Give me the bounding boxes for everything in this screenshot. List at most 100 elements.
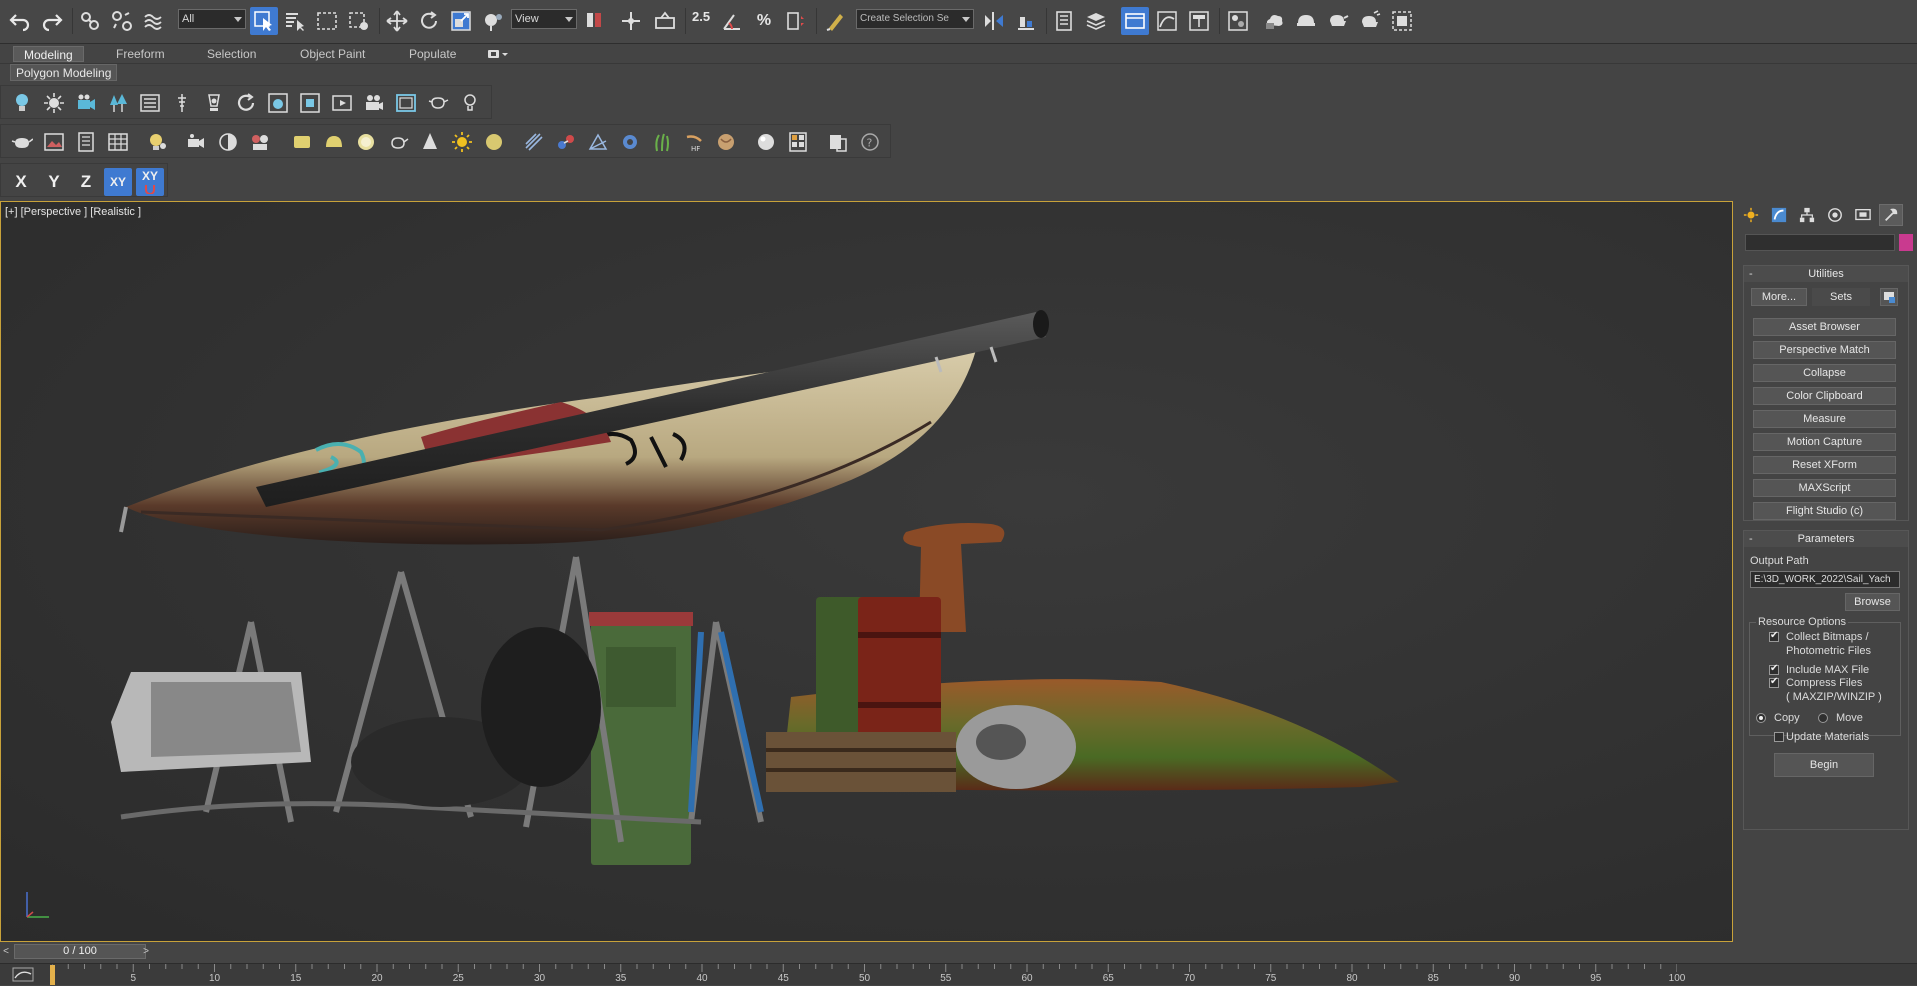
percent-snap-icon[interactable]: %	[750, 7, 778, 35]
more-button[interactable]: More...	[1751, 288, 1807, 306]
output-path-field[interactable]: E:\3D_WORK_2022\Sail_Yach	[1750, 571, 1900, 588]
motion-capture-button[interactable]: Motion Capture	[1753, 433, 1896, 451]
tab-modeling[interactable]: Modeling	[13, 46, 84, 62]
render-production-icon[interactable]	[1324, 7, 1352, 35]
light-bulb-outline-icon[interactable]	[457, 90, 483, 116]
sunlight-icon[interactable]	[449, 129, 475, 155]
measure-button[interactable]: Measure	[1753, 410, 1896, 428]
tab-selection[interactable]: Selection	[197, 46, 266, 62]
mirror-icon[interactable]	[980, 7, 1008, 35]
film-reel-icon[interactable]	[247, 129, 273, 155]
sphere-primitive-icon[interactable]	[353, 129, 379, 155]
asset-browser-button[interactable]: Asset Browser	[1753, 318, 1896, 336]
scene-render[interactable]	[1, 202, 1733, 942]
tab-freeform[interactable]: Freeform	[106, 46, 175, 62]
select-by-name-icon[interactable]	[281, 7, 309, 35]
copy-radio[interactable]	[1756, 713, 1766, 723]
material-editor-icon[interactable]	[1224, 7, 1252, 35]
utilities-tab-icon[interactable]	[1879, 204, 1903, 226]
time-slider[interactable]: 0 / 100	[14, 944, 146, 959]
display-tab-icon[interactable]	[1851, 204, 1875, 226]
snap-toggle-label[interactable]: 2.5	[692, 9, 710, 24]
frame-render-icon[interactable]	[329, 90, 355, 116]
refresh-icon[interactable]	[233, 90, 259, 116]
ribbon-options-icon[interactable]	[487, 48, 509, 60]
keyboard-shortcut-override-icon[interactable]	[651, 7, 679, 35]
tab-populate[interactable]: Populate	[399, 46, 466, 62]
maxscript-button[interactable]: MAXScript	[1753, 479, 1896, 497]
align-icon[interactable]	[1012, 7, 1040, 35]
move-icon[interactable]	[383, 7, 411, 35]
collapse-button[interactable]: Collapse	[1753, 364, 1896, 382]
perspective-match-button[interactable]: Perspective Match	[1753, 341, 1896, 359]
perspective-viewport[interactable]: [+] [Perspective ] [Realistic ]	[0, 201, 1733, 942]
plane-primitive-icon[interactable]	[289, 129, 315, 155]
half-sphere-icon[interactable]	[215, 129, 241, 155]
constrain-z-button[interactable]: Z	[72, 168, 100, 196]
grass-icon[interactable]	[649, 129, 675, 155]
render-in-cloud-icon[interactable]	[1388, 7, 1416, 35]
render-iterative-icon[interactable]	[1356, 7, 1384, 35]
utilities-rollout-header[interactable]: - Utilities	[1744, 266, 1908, 282]
constrain-x-button[interactable]: X	[7, 168, 35, 196]
document-icon[interactable]	[73, 129, 99, 155]
rectangular-selection-icon[interactable]	[313, 7, 341, 35]
polygon-modeling-panel-label[interactable]: Polygon Modeling	[10, 64, 118, 81]
undo-icon[interactable]	[6, 7, 34, 35]
list-view-icon[interactable]	[137, 90, 163, 116]
create-tab-icon[interactable]	[1739, 204, 1763, 226]
help-icon[interactable]: ?	[857, 129, 883, 155]
light-bulb-icon[interactable]	[9, 90, 35, 116]
teapot-icon[interactable]	[9, 129, 35, 155]
material-sphere-icon[interactable]	[753, 129, 779, 155]
render-setup-icon[interactable]	[1260, 7, 1288, 35]
light-bulb-yellow-icon[interactable]	[145, 129, 171, 155]
configure-button-sets-icon[interactable]	[1880, 288, 1898, 306]
flight-studio-button[interactable]: Flight Studio (c)	[1753, 502, 1896, 520]
curve-editor-icon[interactable]	[1153, 7, 1181, 35]
teapot-primitive-icon[interactable]	[385, 129, 411, 155]
material-grid-icon[interactable]	[785, 129, 811, 155]
table-grid-icon[interactable]	[105, 129, 131, 155]
camera-rig-icon[interactable]	[183, 129, 209, 155]
cloth-icon[interactable]	[713, 129, 739, 155]
teapot-outline-icon[interactable]	[425, 90, 451, 116]
dome-primitive-icon[interactable]	[321, 129, 347, 155]
collect-bitmaps-checkbox[interactable]	[1769, 630, 1779, 642]
render-region-icon[interactable]	[297, 90, 323, 116]
hierarchy-tab-icon[interactable]	[1795, 204, 1819, 226]
color-clipboard-button[interactable]: Color Clipboard	[1753, 387, 1896, 405]
object-color-swatch[interactable]	[1899, 234, 1913, 251]
link-icon[interactable]	[76, 7, 104, 35]
deflector-icon[interactable]	[585, 129, 611, 155]
object-name-field[interactable]	[1745, 234, 1895, 251]
scale-icon[interactable]	[447, 7, 475, 35]
selection-filter-dropdown[interactable]: All	[178, 9, 246, 29]
include-max-file-checkbox[interactable]	[1769, 663, 1779, 675]
schematic-view-icon[interactable]	[1185, 7, 1213, 35]
window-crossing-icon[interactable]	[345, 7, 373, 35]
gear-icon[interactable]	[617, 129, 643, 155]
modify-tab-icon[interactable]	[1767, 204, 1791, 226]
time-cursor[interactable]	[50, 965, 55, 985]
viewport-label[interactable]: [+] [Perspective ] [Realistic ]	[5, 206, 141, 218]
cone-primitive-icon[interactable]	[417, 129, 443, 155]
viewport-frame-icon[interactable]	[393, 90, 419, 116]
copy-paste-icon[interactable]	[825, 129, 851, 155]
edit-named-selection-icon[interactable]	[822, 7, 850, 35]
toggle-layer-explorer-icon[interactable]	[1082, 7, 1110, 35]
teapot-preview-icon[interactable]	[265, 90, 291, 116]
lamp-icon[interactable]	[201, 90, 227, 116]
begin-button[interactable]: Begin	[1774, 753, 1874, 777]
named-selection-dropdown[interactable]: Create Selection Se	[856, 9, 974, 29]
constrain-xy-button[interactable]: XY	[104, 168, 132, 196]
cone-ruler-icon[interactable]	[169, 90, 195, 116]
toggle-scene-explorer-icon[interactable]	[1050, 7, 1078, 35]
image-viewer-icon[interactable]	[41, 129, 67, 155]
motion-tab-icon[interactable]	[1823, 204, 1847, 226]
mini-curve-editor-icon[interactable]	[12, 967, 34, 982]
unlink-icon[interactable]	[108, 7, 136, 35]
skylight-icon[interactable]	[481, 129, 507, 155]
film-camera-icon[interactable]	[361, 90, 387, 116]
hair-fur-icon[interactable]: HF	[681, 129, 707, 155]
